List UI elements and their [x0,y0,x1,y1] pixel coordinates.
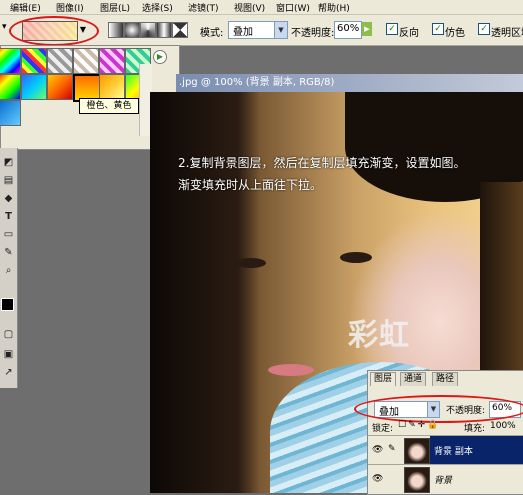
type-icon[interactable]: T [2,210,15,223]
watermark: 彩虹 [348,318,410,353]
gradient-preset[interactable] [47,48,73,74]
menu-help[interactable]: 帮助(H) [318,1,350,14]
gradient-preset[interactable] [21,48,47,74]
lips [268,364,314,376]
menu-bar: 编辑(E) 图像(I) 图层(L) 选择(S) 滤镜(T) 视图(V) 窗口(W… [0,0,523,15]
blur-icon[interactable]: ◆ [2,192,15,205]
tab-layers[interactable]: 图层 [370,372,397,386]
eye-icon[interactable]: 👁 [372,474,383,484]
layer-highlight-ring [354,395,523,423]
opacity-input[interactable]: 60% [334,21,362,39]
foreground-color[interactable] [1,298,14,311]
reverse-label: 反向 [399,28,419,39]
jump-icon[interactable]: ↗ [2,366,15,379]
layer-thumbnail [404,438,430,464]
gradient-preset[interactable] [99,74,125,100]
toolbox: ◩ ▤ ◆ T ▭ ✎ ⌕ ▢ ▣ ↗ [0,148,18,388]
eye-icon[interactable]: 👁 [372,445,383,455]
layers-panel: 图层 通道 路径 叠加 ▼ 不透明度: 60% 锁定: ☐✎✛🔒 填充: 100… [354,370,523,495]
layer-row-copy[interactable]: 👁 ✎ 背景 副本 [368,435,523,464]
menu-window[interactable]: 窗口(W) [276,1,310,14]
dither-label: 仿色 [445,28,465,39]
eraser-icon[interactable]: ◩ [2,156,15,169]
hair-right [480,182,523,382]
gradient-preset[interactable] [21,74,47,100]
menu-edit[interactable]: 编辑(E) [10,1,41,14]
angle-gradient-icon[interactable] [140,22,156,38]
linear-gradient-icon[interactable] [108,22,124,38]
layer-name: 背景 [434,476,453,486]
menu-filter[interactable]: 滤镜(T) [188,1,219,14]
layer-thumbnail [404,467,430,493]
lock-label: 锁定: [372,424,394,434]
mode-label: 模式: [200,28,224,39]
fill-label: 填充: [464,424,486,434]
menu-image[interactable]: 图像(I) [56,1,84,14]
quick-mask-icon[interactable]: ▢ [2,328,15,341]
layer-name: 背景 副本 [434,447,473,457]
highlight-ring [9,16,99,46]
tab-channels[interactable]: 通道 [400,372,427,386]
opacity-arrow-icon[interactable]: ▶ [362,22,372,36]
tool-preset-arrow-icon[interactable]: ▾ [2,22,7,32]
menu-select[interactable]: 选择(S) [142,1,173,14]
gradient-preset[interactable] [0,48,21,74]
transparency-checkbox[interactable]: ✓ [478,23,490,35]
gradient-preset[interactable] [47,74,73,100]
mode-select[interactable]: 叠加 ▼ [228,21,288,39]
gradient-preset[interactable] [0,74,21,100]
instruction-line-1: 2.复制背景图层，然后在复制层填充渐变，设置如图。 [178,156,466,170]
gradient-preset[interactable] [73,48,99,74]
transparency-label: 透明区域 [491,28,523,39]
layer-row-background[interactable]: 👁 背景 [368,464,523,493]
document-title-bar[interactable]: .jpg @ 100% (背景 副本, RGB/8) [176,74,523,92]
lock-icon[interactable]: ☐✎✛🔒 [398,420,440,430]
dither-checkbox[interactable]: ✓ [432,23,444,35]
screen-mode-icon[interactable]: ▣ [2,348,15,361]
fill-value[interactable]: 100% [490,421,516,431]
diamond-gradient-icon[interactable] [172,22,188,38]
shape-icon[interactable]: ▭ [2,228,15,241]
left-eye [236,258,266,268]
hair-left [150,92,260,493]
reverse-checkbox[interactable]: ✓ [386,23,398,35]
zoom-icon[interactable]: ⌕ [2,264,15,277]
instruction-line-2: 渐变填充时从上面往下拉。 [178,178,323,192]
mode-value: 叠加 [233,27,253,38]
chevron-down-icon[interactable]: ▼ [274,22,287,38]
eyedropper-icon[interactable]: ✎ [2,246,15,259]
gradient-tool-icon[interactable]: ▤ [2,174,15,187]
brush-icon: ✎ [388,444,396,454]
opacity-label: 不透明度: [291,28,335,39]
gradient-tooltip: 橙色、黄色 [79,98,139,114]
gradient-preset[interactable] [99,48,125,74]
menu-layer[interactable]: 图层(L) [100,1,130,14]
menu-view[interactable]: 视图(V) [234,1,265,14]
reflected-gradient-icon[interactable] [156,22,172,38]
radial-gradient-icon[interactable] [124,22,140,38]
document-title: .jpg @ 100% (背景 副本, RGB/8) [179,77,335,88]
tab-paths[interactable]: 路径 [432,372,459,386]
settings-arrow-icon[interactable]: ▶ [153,50,167,64]
right-eye [340,252,372,263]
gradient-preset[interactable] [0,100,21,126]
opacity-value: 60% [337,23,360,34]
